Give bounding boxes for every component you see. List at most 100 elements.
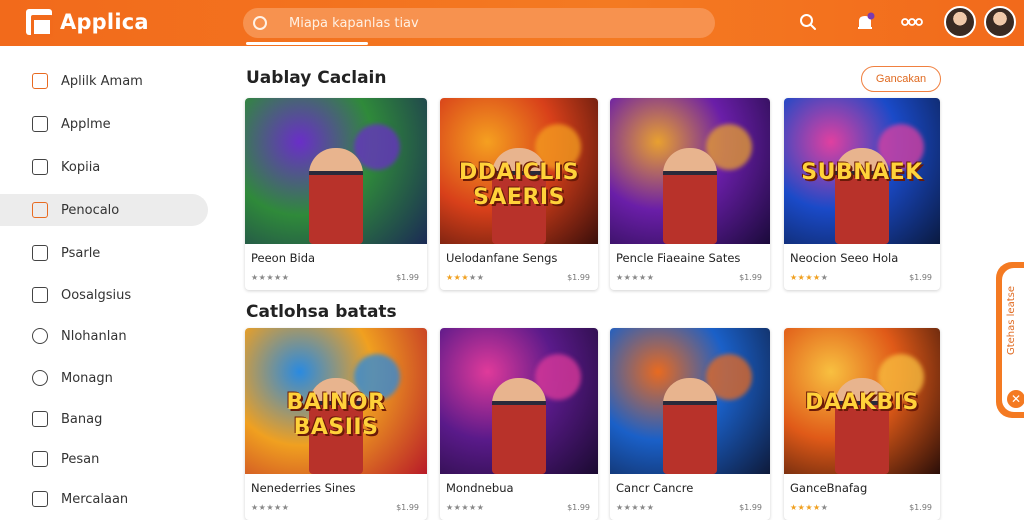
- star-icon: ★: [646, 503, 655, 512]
- sidebar-item-label: Oosalgsius: [61, 287, 132, 303]
- game-title: Nenederries Sines: [251, 481, 356, 495]
- star-icon: ★: [805, 273, 814, 282]
- game-price: $1.99: [396, 273, 419, 282]
- rating-stars: ★★★★★: [446, 503, 484, 512]
- game-card[interactable]: Peeon Bida ★★★★★ $1.99: [245, 98, 427, 290]
- cover-title-art: DDAICLIS SAERIS: [459, 160, 579, 210]
- feedback-tab-panel: Gtehas leatse ✕: [1002, 268, 1024, 412]
- sidebar-item-penocalo[interactable]: Penocalo: [0, 194, 208, 226]
- section-title: Uablay Caclain: [246, 68, 387, 88]
- rating-stars: ★★★★★: [616, 273, 654, 282]
- game-cover-image: BAINOR BASIIS: [245, 328, 427, 474]
- sidebar-item-oosalgsius[interactable]: Oosalgsius: [0, 279, 208, 311]
- star-icon: ★: [469, 503, 477, 512]
- star-icon: ★: [646, 273, 655, 282]
- sidebar-item-label: Kopiia: [61, 159, 101, 175]
- game-card-info: Cancr Cancre ★★★★★ $1.99: [610, 474, 770, 520]
- package-icon: [32, 491, 48, 507]
- star-icon: ★: [631, 503, 640, 512]
- settings-icon[interactable]: [899, 11, 925, 33]
- search-icon: [253, 16, 267, 30]
- star-icon: ★: [813, 503, 821, 512]
- game-card-info: Pencle Fiaeaine Sates ★★★★★ $1.99: [610, 244, 770, 290]
- star-icon: ★: [820, 503, 829, 512]
- book-icon: [32, 159, 48, 175]
- star-icon: ★: [251, 273, 259, 282]
- game-card[interactable]: Mondnebua ★★★★★ $1.99: [440, 328, 598, 520]
- search-input[interactable]: [289, 15, 669, 31]
- game-price: $1.99: [909, 273, 932, 282]
- sidebar-item-kopiia[interactable]: Kopiia: [0, 151, 208, 183]
- cover-title-art: DAAKBIS: [805, 390, 919, 415]
- image-icon: [32, 451, 48, 467]
- game-card-info: GanceBnafag ★★★★★ $1.99: [784, 474, 940, 520]
- star-icon: ★: [461, 273, 470, 282]
- game-card[interactable]: Cancr Cancre ★★★★★ $1.99: [610, 328, 770, 520]
- star-icon: ★: [813, 273, 821, 282]
- section-title: Catlohsa batats: [246, 302, 397, 322]
- game-price: $1.99: [739, 273, 762, 282]
- game-cover-image: [245, 98, 427, 244]
- rating-stars: ★★★★★: [446, 273, 484, 282]
- bookmark-icon: [32, 287, 48, 303]
- chat-icon: [32, 328, 48, 344]
- sidebar-item-label: Psarle: [61, 245, 101, 261]
- sidebar-item-nlohanlan[interactable]: Nlohanlan: [0, 320, 208, 352]
- game-title: Cancr Cancre: [616, 481, 694, 495]
- game-card[interactable]: DDAICLIS SAERIS Uelodanfane Sengs ★★★★★ $1.…: [440, 98, 598, 290]
- star-icon: ★: [251, 503, 259, 512]
- sidebar-item-label: Banag: [61, 411, 103, 427]
- avatar[interactable]: [944, 6, 976, 38]
- game-card[interactable]: DAAKBIS GanceBnafag ★★★★★ $1.99: [784, 328, 940, 520]
- game-card-info: Mondnebua ★★★★★ $1.99: [440, 474, 598, 520]
- sidebar-item-psarle[interactable]: Psarle: [0, 237, 208, 269]
- sidebar: Aplilk Amam Applme Kopiia Penocalo Psarl…: [0, 46, 222, 512]
- notification-icon[interactable]: [854, 11, 876, 33]
- star-icon: ★: [476, 273, 485, 282]
- game-price: $1.99: [567, 503, 590, 512]
- see-more-button[interactable]: Gancakan: [861, 66, 941, 92]
- sidebar-item-mercalaan[interactable]: Mercalaan: [0, 483, 208, 515]
- cover-character: [663, 148, 717, 244]
- game-card[interactable]: BAINOR BASIIS Nenederries Sines ★★★★★ $1.99: [245, 328, 427, 520]
- star-icon: ★: [616, 273, 624, 282]
- list-icon: [32, 202, 48, 218]
- document-icon: [32, 245, 48, 261]
- star-icon: ★: [790, 273, 798, 282]
- star-icon: ★: [631, 273, 640, 282]
- search-focus-indicator: [246, 42, 368, 45]
- sidebar-item-monagn[interactable]: Monagn: [0, 362, 208, 394]
- star-icon: ★: [820, 273, 829, 282]
- game-title: Pencle Fiaeaine Sates: [616, 251, 741, 265]
- cover-title-art: BAINOR BASIIS: [286, 390, 386, 440]
- sidebar-item-aplilk-amam[interactable]: Aplilk Amam: [0, 65, 208, 97]
- star-icon: ★: [446, 503, 454, 512]
- game-cover-image: [610, 98, 770, 244]
- rating-stars: ★★★★★: [251, 273, 289, 282]
- sidebar-item-applme[interactable]: Applme: [0, 108, 208, 140]
- game-card[interactable]: SUBNAEK Neocion Seeo Hola ★★★★★ $1.99: [784, 98, 940, 290]
- search-bar: [243, 8, 715, 38]
- close-icon[interactable]: ✕: [1007, 390, 1024, 408]
- game-title: Uelodanfane Sengs: [446, 251, 558, 265]
- search-icon[interactable]: [797, 11, 819, 33]
- logo-icon: [26, 9, 53, 37]
- game-title: Neocion Seeo Hola: [790, 251, 899, 265]
- game-card[interactable]: Pencle Fiaeaine Sates ★★★★★ $1.99: [610, 98, 770, 290]
- sidebar-item-label: Monagn: [61, 370, 113, 386]
- sidebar-item-label: Applme: [61, 116, 111, 132]
- game-cover-image: [610, 328, 770, 474]
- game-title: GanceBnafag: [790, 481, 868, 495]
- star-icon: ★: [805, 503, 814, 512]
- app-logo[interactable]: Applica: [26, 9, 149, 37]
- game-cover-image: SUBNAEK: [784, 98, 940, 244]
- star-icon: ★: [469, 273, 477, 282]
- star-icon: ★: [639, 273, 647, 282]
- sidebar-item-pesan[interactable]: Pesan: [0, 443, 208, 475]
- cover-title-art: SUBNAEK: [801, 160, 923, 185]
- sidebar-item-banag[interactable]: Banag: [0, 403, 208, 435]
- game-price: $1.99: [909, 503, 932, 512]
- star-icon: ★: [446, 273, 454, 282]
- feedback-tab[interactable]: Gtehas leatse ✕: [996, 262, 1024, 418]
- avatar[interactable]: [984, 6, 1016, 38]
